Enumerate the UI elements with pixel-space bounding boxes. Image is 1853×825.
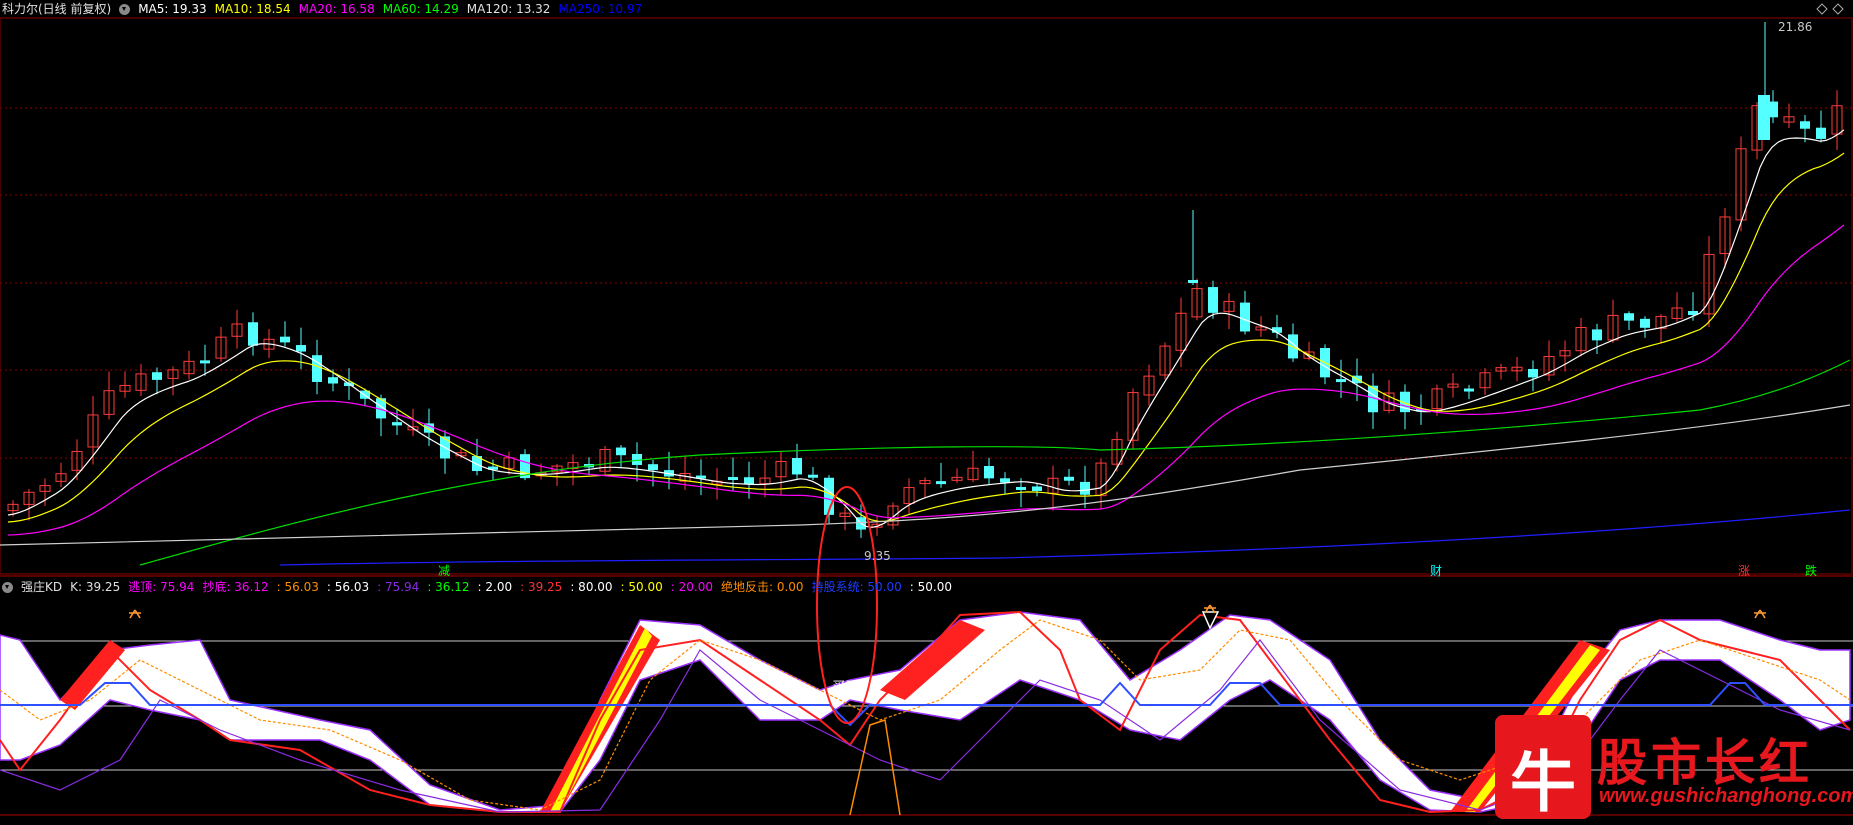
main-panel-frame <box>0 17 1853 575</box>
watermark-logo-char: 牛 <box>1510 743 1576 821</box>
candle-body <box>280 336 290 343</box>
event-mark-finance[interactable]: 财 <box>1430 562 1442 579</box>
person-icon <box>1754 609 1766 619</box>
candle-body <box>1592 329 1602 341</box>
ma5-line <box>7 129 1845 528</box>
candle-body <box>1000 478 1010 483</box>
indicator-legend: 逃顶: 75.94 抄底: 36.12 : 56.03 : 56.03 : 75.94:… <box>128 578 952 596</box>
candle-body <box>1758 95 1770 140</box>
indicator-legend-item: : 50.00 <box>620 580 663 594</box>
indicator-legend-item: 绝地反击: 0.00 <box>720 580 804 594</box>
candle-body <box>1528 368 1538 378</box>
indicator-legend-item: 持股系统: 50.00 <box>811 580 902 594</box>
candle-body <box>1032 486 1042 491</box>
ma120-line <box>0 404 1851 546</box>
indicator-legend-item: : 80.00 <box>570 580 613 594</box>
indicator-legend-item: : 56.03 <box>326 580 370 594</box>
high-price-label: 21.86 <box>1778 20 1813 34</box>
event-mark-limit-down[interactable]: 跌 <box>1805 562 1817 579</box>
candle-body <box>984 466 994 479</box>
watermark: 牛 股市长红 www.gushichanghong.com <box>1495 715 1853 821</box>
buy-signal-label: 买买 <box>832 680 859 695</box>
indicator-name[interactable]: 强庄KD <box>21 578 62 596</box>
candle-body <box>248 322 258 346</box>
candle-body <box>1188 280 1198 283</box>
indicator-legend-item: : 56.03 <box>276 580 319 594</box>
candle-body <box>616 447 626 456</box>
candle-body <box>648 464 658 471</box>
candle-body <box>200 360 210 364</box>
candle-body <box>152 372 162 380</box>
candle-body <box>392 422 402 426</box>
candle-body <box>1240 302 1250 332</box>
candle-body <box>1016 486 1026 490</box>
low-price-label: 9.35 <box>864 549 891 563</box>
candle-body <box>1624 313 1634 321</box>
indicator-legend-item: 逃顶: 75.94 <box>128 580 195 594</box>
indicator-legend-item: : 50.00 <box>909 580 952 594</box>
candle-body <box>808 474 818 478</box>
candle-body <box>1336 379 1346 383</box>
candle-body <box>1464 388 1474 392</box>
candle-body <box>936 481 946 485</box>
candle-body <box>312 355 322 382</box>
candle-body <box>1800 121 1810 129</box>
person-icon <box>129 609 141 619</box>
indicator-header: 强庄KD K: 39.25 逃顶: 75.94 抄底: 36.12 : 56.03:… <box>0 578 1853 596</box>
watermark-url: www.gushichanghong.com <box>1599 785 1853 807</box>
indicator-legend-item: : 75.94 <box>377 580 420 594</box>
ma250-line <box>279 509 1851 566</box>
indicator-legend-item: 抄底: 36.12 <box>202 580 269 594</box>
candle-body <box>1208 287 1218 313</box>
indicator-k-value: K: 39.25 <box>70 580 121 594</box>
candle-body <box>1640 318 1650 328</box>
candle-body <box>328 377 338 384</box>
indicator-legend-item: : 20.00 <box>670 580 713 594</box>
indicator-legend-item: : 2.00 <box>477 580 513 594</box>
indicator-legend-item: : 39.25 <box>520 580 563 594</box>
candle-body <box>1064 476 1074 481</box>
indicator-legend-item: : 36.12 <box>427 580 470 594</box>
event-mark-limit-up[interactable]: 涨 <box>1738 562 1750 579</box>
candlestick-chart[interactable] <box>0 0 1853 819</box>
event-mark-reduce[interactable]: 减 <box>438 562 450 579</box>
candle-body <box>792 457 802 475</box>
candle-body <box>728 477 738 481</box>
candle-body <box>744 477 754 485</box>
candle-body <box>296 345 306 352</box>
chevron-down-icon[interactable] <box>2 581 13 593</box>
diamond-icon <box>1816 3 1828 15</box>
ma60-line <box>139 359 1851 566</box>
candle-body <box>1080 481 1090 495</box>
candle-body <box>1816 127 1826 139</box>
diamond-icon <box>1832 3 1844 15</box>
